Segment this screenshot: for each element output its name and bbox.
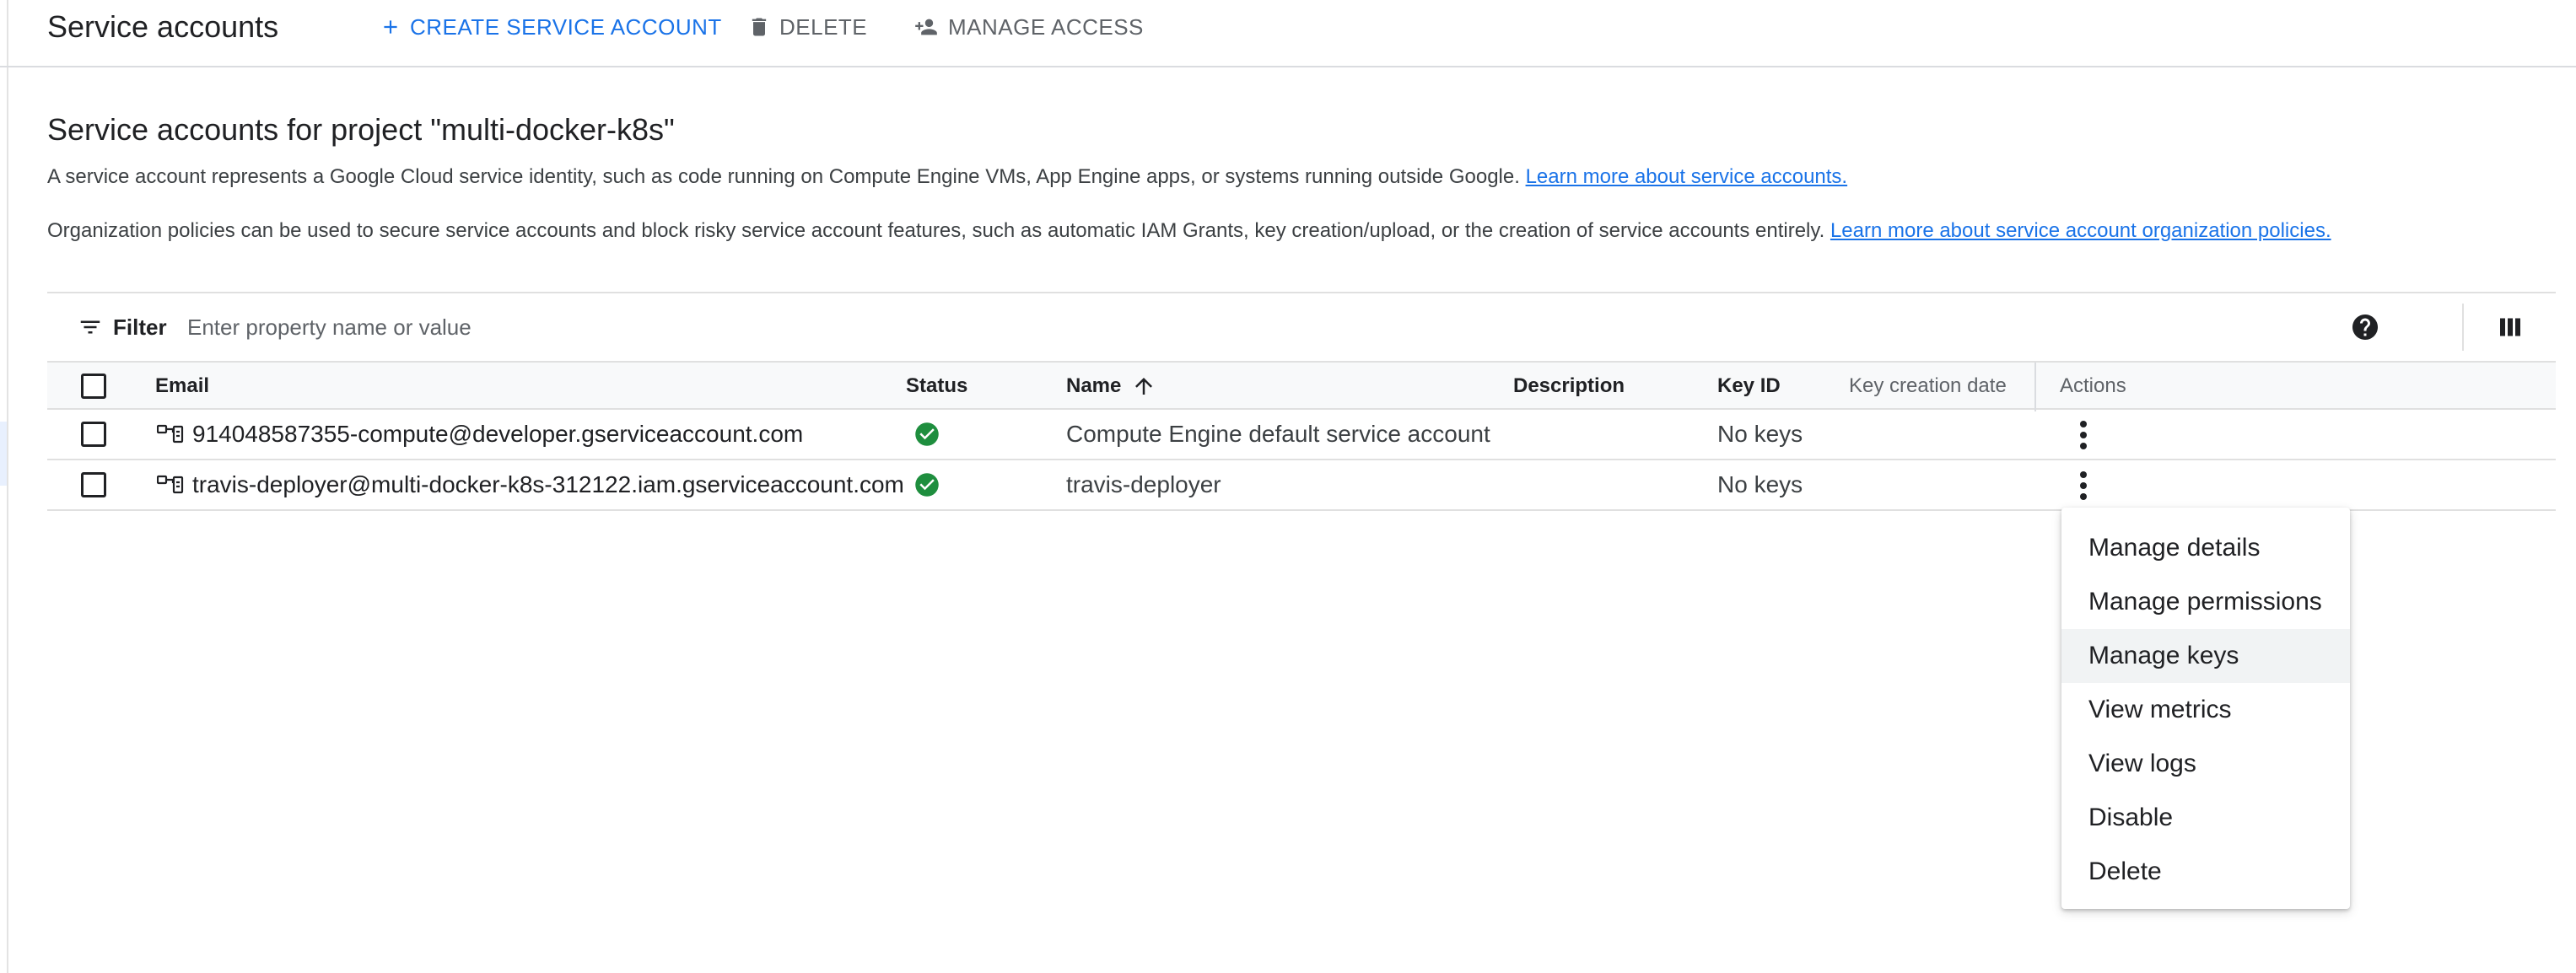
row-checkbox[interactable] xyxy=(81,422,106,447)
delete-label: DELETE xyxy=(779,13,868,40)
toolbar-divider xyxy=(2462,304,2464,351)
menu-item-view-metrics[interactable]: View metrics xyxy=(2061,683,2350,737)
key-id-cell: No keys xyxy=(1717,471,1803,497)
delete-button[interactable]: DELETE xyxy=(747,7,867,47)
header-toolbar: Service accounts CREATE SERVICE ACCOUNT … xyxy=(0,0,2576,67)
table-row: travis-deployer@multi-docker-k8s-312122.… xyxy=(47,460,2556,511)
column-header-actions: Actions xyxy=(2060,374,2126,397)
table-header: Email Status Name Description Key ID Key… xyxy=(47,361,2556,411)
row-checkbox[interactable] xyxy=(81,472,106,497)
filter-button[interactable]: Filter xyxy=(78,310,167,344)
service-accounts-table: Email Status Name Description Key ID Key… xyxy=(47,361,2556,511)
column-header-key-id[interactable]: Key ID xyxy=(1717,363,1781,410)
create-service-account-label: CREATE SERVICE ACCOUNT xyxy=(410,13,722,40)
manage-access-button[interactable]: MANAGE ACCESS xyxy=(913,7,1144,47)
more-vert-icon[interactable] xyxy=(2065,417,2102,454)
service-account-name: travis-deployer xyxy=(1066,471,1221,497)
nav-highlight xyxy=(0,422,7,486)
learn-more-service-accounts-link[interactable]: Learn more about service accounts. xyxy=(1526,165,1848,188)
filter-label: Filter xyxy=(113,314,167,340)
trash-icon xyxy=(747,15,771,39)
column-header-email[interactable]: Email xyxy=(155,363,209,410)
filter-list-icon xyxy=(78,314,103,340)
service-account-key-icon xyxy=(157,423,184,445)
column-display-icon[interactable] xyxy=(2495,312,2525,342)
menu-item-manage-permissions[interactable]: Manage permissions xyxy=(2061,575,2350,629)
menu-item-disable[interactable]: Disable xyxy=(2061,791,2350,845)
email-cell: 914048587355-compute@developer.gservicea… xyxy=(157,410,803,459)
actions-column-divider xyxy=(2034,363,2036,411)
service-account-email[interactable]: travis-deployer@multi-docker-k8s-312122.… xyxy=(192,471,904,498)
row-actions-menu: Manage details Manage permissions Manage… xyxy=(2061,508,2350,909)
description-text: A service account represents a Google Cl… xyxy=(47,165,1520,188)
menu-item-delete[interactable]: Delete xyxy=(2061,845,2350,899)
email-cell: travis-deployer@multi-docker-k8s-312122.… xyxy=(157,460,904,509)
column-header-key-creation-date[interactable]: Key creation date xyxy=(1849,363,2007,410)
left-nav-border xyxy=(7,0,8,973)
menu-item-view-logs[interactable]: View logs xyxy=(2061,737,2350,791)
plus-icon xyxy=(380,16,401,38)
column-header-name[interactable]: Name xyxy=(1066,363,1156,410)
column-header-description[interactable]: Description xyxy=(1513,363,1625,410)
org-policies-description: Organization policies can be used to sec… xyxy=(47,216,2331,246)
column-header-status[interactable]: Status xyxy=(906,363,967,410)
service-account-description: A service account represents a Google Cl… xyxy=(47,162,1847,192)
section-heading: Service accounts for project "multi-dock… xyxy=(47,112,675,147)
service-account-email[interactable]: 914048587355-compute@developer.gservicea… xyxy=(192,421,803,448)
key-id-cell: No keys xyxy=(1717,421,1803,447)
page-title: Service accounts xyxy=(47,9,279,44)
check-circle-icon xyxy=(914,422,940,447)
description-text: Organization policies can be used to sec… xyxy=(47,219,1825,242)
service-account-key-icon xyxy=(157,474,184,496)
filter-input[interactable] xyxy=(187,309,1284,346)
menu-item-manage-keys[interactable]: Manage keys xyxy=(2061,629,2350,683)
table-row: 914048587355-compute@developer.gservicea… xyxy=(47,410,2556,460)
menu-item-manage-details[interactable]: Manage details xyxy=(2061,521,2350,575)
person-add-icon xyxy=(913,15,940,39)
select-all-checkbox[interactable] xyxy=(81,374,106,399)
arrow-up-icon xyxy=(1131,374,1156,399)
filter-bar: Filter xyxy=(47,292,2556,361)
service-accounts-page: Service accounts CREATE SERVICE ACCOUNT … xyxy=(0,0,2576,973)
service-account-name: Compute Engine default service account xyxy=(1066,421,1490,447)
help-icon[interactable] xyxy=(2350,312,2380,342)
learn-more-org-policies-link[interactable]: Learn more about service account organiz… xyxy=(1830,219,2331,242)
more-vert-icon[interactable] xyxy=(2065,467,2102,504)
check-circle-icon xyxy=(914,472,940,497)
manage-access-label: MANAGE ACCESS xyxy=(948,13,1144,40)
create-service-account-button[interactable]: CREATE SERVICE ACCOUNT xyxy=(380,7,722,47)
column-header-name-label: Name xyxy=(1066,374,1122,397)
